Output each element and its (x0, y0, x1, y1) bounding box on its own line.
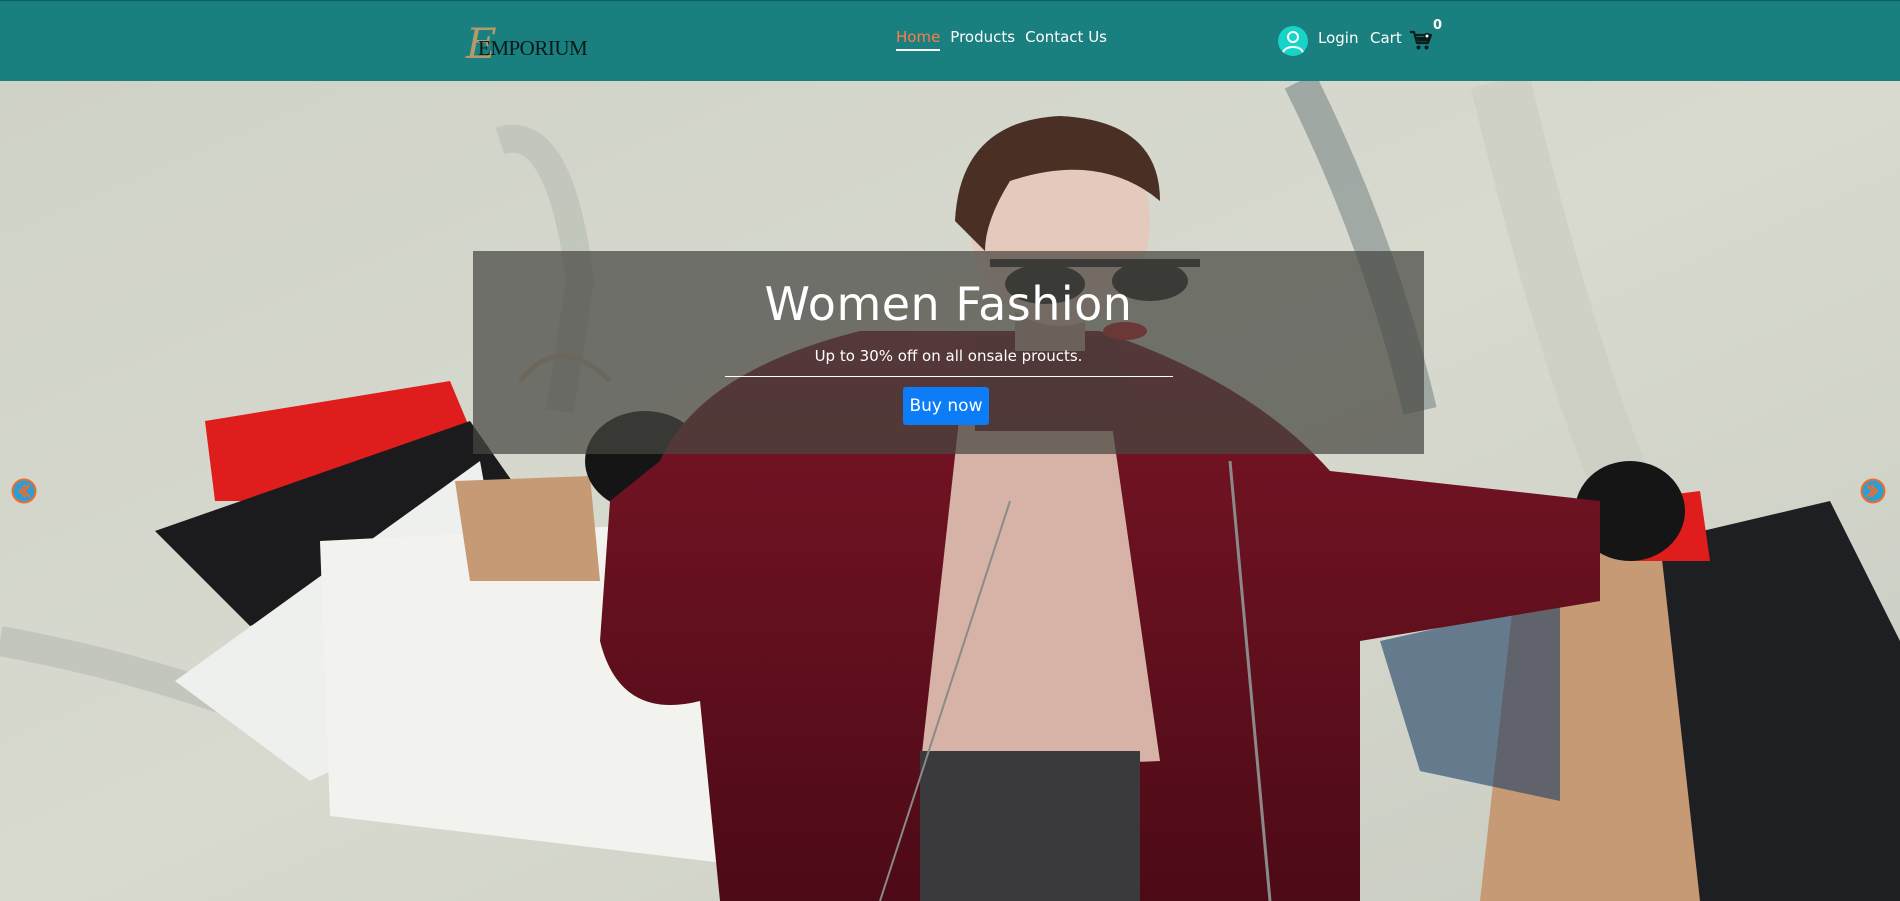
cart-count-badge: 0 (1433, 18, 1443, 33)
buy-now-button[interactable]: Buy now (903, 387, 989, 425)
hero-subtitle: Up to 30% off on all onsale proucts. (814, 347, 1083, 365)
arrow-left-icon[interactable] (11, 478, 37, 504)
hero-caption: Women Fashion Up to 30% off on all onsal… (473, 251, 1424, 454)
nav-products[interactable]: Products (950, 27, 1015, 51)
top-navbar: E EMPORIUM Home Products Contact Us Logi… (0, 0, 1900, 81)
hero-title: Women Fashion (764, 277, 1133, 331)
caption-divider (725, 376, 1173, 377)
cart-link[interactable]: Cart (1370, 28, 1402, 48)
login-link[interactable]: Login (1318, 28, 1358, 48)
hero-background-image (0, 81, 1900, 901)
logo-text: EMPORIUM (478, 36, 588, 60)
main-nav: Home Products Contact Us (896, 27, 1107, 51)
arrow-right-icon[interactable] (1860, 478, 1886, 504)
nav-contact-us[interactable]: Contact Us (1025, 27, 1107, 51)
user-avatar-icon[interactable] (1278, 26, 1308, 56)
shopping-cart-icon[interactable] (1409, 29, 1433, 51)
emporium-logo[interactable]: E EMPORIUM (466, 21, 588, 67)
hero-carousel: Women Fashion Up to 30% off on all onsal… (0, 81, 1900, 901)
nav-home[interactable]: Home (896, 27, 941, 51)
